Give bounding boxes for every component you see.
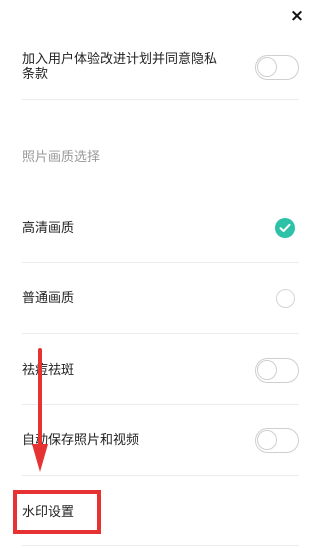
annotation-arrow xyxy=(32,348,48,472)
